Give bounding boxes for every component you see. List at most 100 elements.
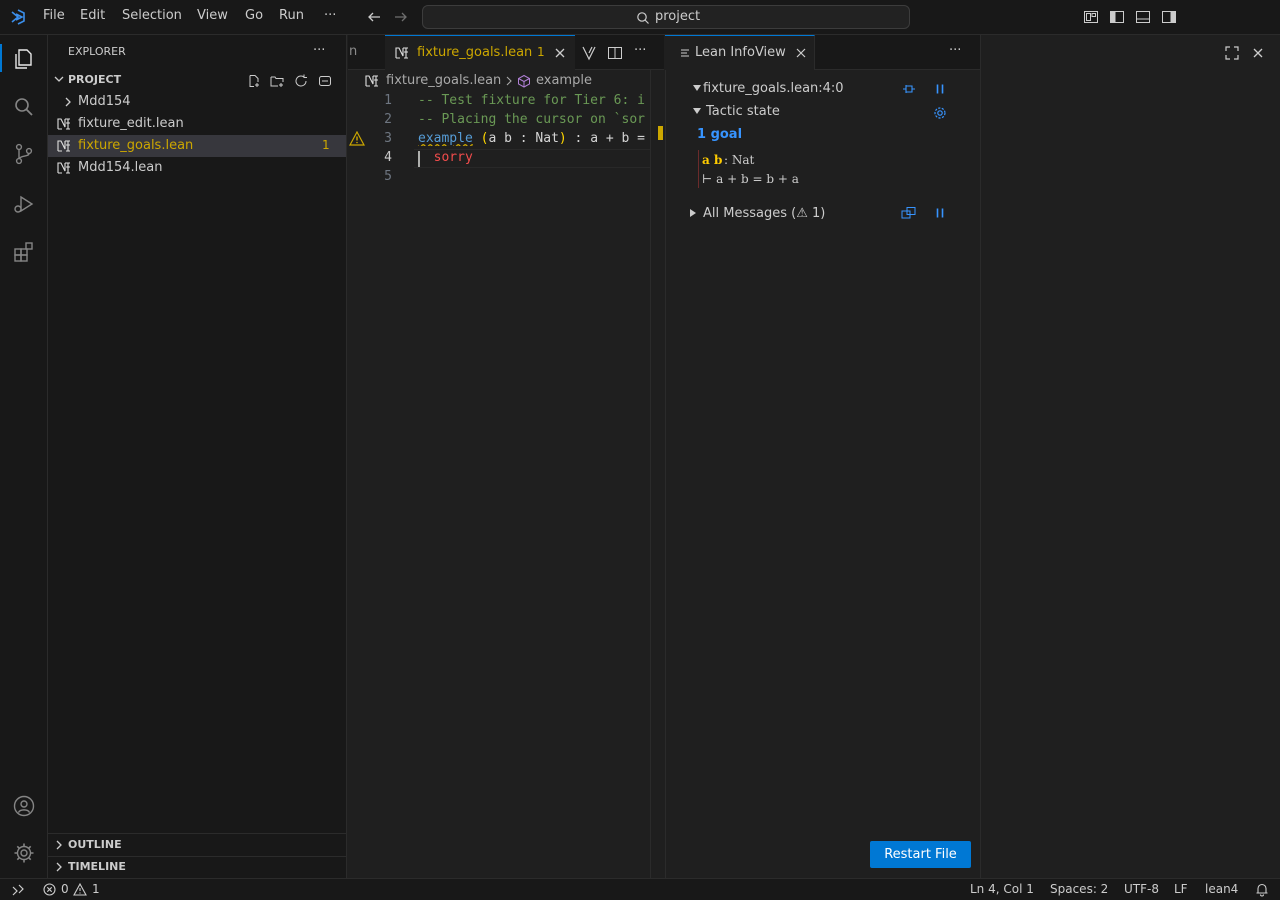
indentation[interactable]: Spaces: 2 <box>1050 882 1108 896</box>
tab-fixture-goals[interactable]: fixture_goals.lean 1 <box>385 35 575 70</box>
close-icon[interactable] <box>554 47 566 59</box>
chevron-down-icon[interactable] <box>53 73 65 85</box>
error-count[interactable]: 0 <box>61 882 69 896</box>
new-file-icon[interactable] <box>247 74 261 88</box>
timeline-section-header[interactable]: TIMELINE <box>68 860 126 873</box>
settings-gear-icon[interactable] <box>12 841 36 865</box>
maximize-icon[interactable] <box>1225 46 1239 60</box>
tree-file-mdd154-lean[interactable]: Mdd154.lean <box>48 157 346 179</box>
editor-tab-bar: n fixture_goals.lean 1 ··· <box>348 35 664 70</box>
settings-gear-icon[interactable] <box>932 105 948 121</box>
triangle-down-icon[interactable] <box>692 106 702 116</box>
tab-lean-infoview[interactable]: Lean InfoView <box>665 35 815 70</box>
encoding[interactable]: UTF-8 <box>1124 882 1159 896</box>
warning-count[interactable]: 1 <box>92 882 100 896</box>
toggle-secondary-sidebar-icon[interactable] <box>1161 9 1177 25</box>
source-control-icon[interactable] <box>12 142 36 166</box>
go-to-location-icon[interactable] <box>901 206 917 220</box>
tree-file-fixture-edit[interactable]: fixture_edit.lean <box>48 113 346 135</box>
split-editor-icon[interactable] <box>607 45 623 61</box>
end-of-line[interactable]: LF <box>1174 882 1188 896</box>
outline-section-header[interactable]: OUTLINE <box>68 838 122 851</box>
toggle-primary-sidebar-icon[interactable] <box>1109 9 1125 25</box>
explorer-icon[interactable] <box>12 47 36 71</box>
menu-file[interactable]: File <box>43 8 65 23</box>
chevron-right-icon[interactable] <box>53 839 65 851</box>
menu-selection[interactable]: Selection <box>122 8 182 23</box>
line-number: 2 <box>384 112 392 127</box>
extensions-icon[interactable] <box>12 240 36 264</box>
explorer-sidebar: EXPLORER ··· PROJECT Mdd154 fixture_edit… <box>48 35 347 878</box>
tab-prev-partial[interactable]: n <box>349 44 357 59</box>
vscodium-logo-icon[interactable] <box>9 8 27 26</box>
symbol-box-icon <box>517 74 531 88</box>
search-view-icon[interactable] <box>12 95 36 119</box>
chevron-right-icon <box>62 96 74 108</box>
explorer-title: EXPLORER <box>68 45 126 58</box>
line-number: 1 <box>384 93 392 108</box>
chevron-right-icon[interactable] <box>53 861 65 873</box>
infoview-more-actions[interactable]: ··· <box>949 43 961 58</box>
close-icon[interactable] <box>795 47 807 59</box>
project-section-header[interactable]: PROJECT <box>68 73 121 86</box>
language-mode[interactable]: lean4 <box>1205 882 1238 896</box>
hypothesis-type[interactable]: : Nat <box>724 153 754 167</box>
lean-infoview: fixture_goals.lean:4:0 Tactic state 1 go… <box>665 35 980 878</box>
run-debug-icon[interactable] <box>12 192 36 216</box>
pause-icon[interactable] <box>934 83 946 95</box>
menu-more[interactable]: ··· <box>324 8 336 23</box>
hypothesis-names[interactable]: a b <box>702 153 722 167</box>
activity-bar <box>0 35 48 878</box>
command-center-search[interactable]: project <box>422 5 910 29</box>
code-line-4[interactable]: sorry <box>418 150 650 165</box>
restart-file-button[interactable]: Restart File <box>870 841 971 868</box>
toggle-panel-icon[interactable] <box>1135 9 1151 25</box>
forward-arrow-icon[interactable] <box>393 9 409 25</box>
close-icon[interactable] <box>1252 47 1264 59</box>
back-arrow-icon[interactable] <box>366 9 382 25</box>
error-icon[interactable] <box>43 883 56 896</box>
divider <box>48 833 346 834</box>
code-line-3[interactable]: example (a b : Nat) : a + b = <box>418 131 650 146</box>
all-messages-header[interactable]: All Messages (⚠ 1) <box>703 206 825 221</box>
lean-file-icon <box>57 161 71 175</box>
tree-file-fixture-goals[interactable]: fixture_goals.lean 1 <box>48 135 346 157</box>
notifications-bell-icon[interactable] <box>1255 882 1269 897</box>
lean-file-icon <box>395 46 409 60</box>
tab-label: fixture_goals.lean <box>417 45 533 60</box>
new-folder-icon[interactable] <box>270 74 284 88</box>
divider <box>48 856 346 857</box>
breadcrumb-file[interactable]: fixture_goals.lean <box>386 73 501 88</box>
pin-icon[interactable] <box>902 83 916 95</box>
tactic-state-header[interactable]: Tactic state <box>706 104 780 119</box>
tree-label: Mdd154 <box>78 94 131 109</box>
pause-icon[interactable] <box>934 207 946 219</box>
lean-infoview-toggle-icon[interactable] <box>581 45 597 61</box>
lean-file-icon <box>57 117 71 131</box>
account-icon[interactable] <box>12 794 36 818</box>
explorer-more-actions[interactable]: ··· <box>313 43 325 58</box>
breadcrumb-symbol[interactable]: example <box>536 73 592 88</box>
editor-more-actions[interactable]: ··· <box>634 43 646 58</box>
menu-edit[interactable]: Edit <box>80 8 105 23</box>
infoview-position[interactable]: fixture_goals.lean:4:0 <box>703 81 844 96</box>
status-bar: 0 1 Ln 4, Col 1 Spaces: 2 UTF-8 LF lean4 <box>0 878 1280 900</box>
code-line-2[interactable]: -- Placing the cursor on `sor <box>418 112 650 127</box>
refresh-icon[interactable] <box>294 74 308 88</box>
collapse-all-icon[interactable] <box>318 74 332 88</box>
tree-folder-mdd154[interactable]: Mdd154 <box>48 91 346 113</box>
editor-scrollbar-track[interactable] <box>650 35 651 878</box>
menu-go[interactable]: Go <box>245 8 263 23</box>
code-line-1[interactable]: -- Test fixture for Tier 6: i <box>418 93 650 108</box>
problem-count-badge: 1 <box>322 138 330 152</box>
menu-view[interactable]: View <box>197 8 228 23</box>
goal-target[interactable]: ⊢ a + b = b + a <box>702 172 799 186</box>
remote-icon[interactable] <box>11 883 25 897</box>
triangle-down-icon[interactable] <box>692 83 702 93</box>
triangle-right-icon[interactable] <box>688 208 698 218</box>
active-indicator <box>0 44 2 72</box>
menu-run[interactable]: Run <box>279 8 304 23</box>
customize-layout-icon[interactable] <box>1083 9 1099 25</box>
cursor-position[interactable]: Ln 4, Col 1 <box>970 882 1034 896</box>
warning-icon[interactable] <box>73 883 87 896</box>
